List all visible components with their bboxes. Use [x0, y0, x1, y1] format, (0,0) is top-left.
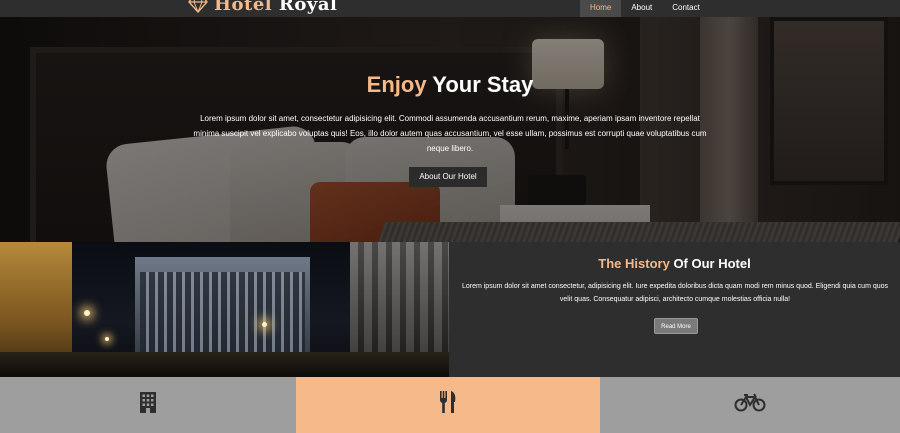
navbar: Hotel Royal Home About Contact: [0, 0, 900, 17]
history-section: The History Of Our Hotel Lorem ipsum dol…: [449, 242, 900, 377]
history-title-accent: History: [625, 256, 670, 271]
history-image: [0, 242, 449, 377]
hero-content: Enjoy Your Stay Lorem ipsum dolor sit am…: [0, 17, 900, 242]
hero-title: Enjoy Your Stay: [0, 71, 900, 99]
hero-title-rest: Your Stay: [432, 72, 534, 97]
logo-word-hotel: Hotel: [214, 0, 273, 15]
feature-tile-activities[interactable]: [600, 377, 900, 433]
diamond-icon: [188, 0, 208, 13]
feature-tile-dining[interactable]: [296, 377, 600, 433]
feature-tile-rooms[interactable]: [0, 377, 296, 433]
nav-about[interactable]: About: [621, 0, 662, 17]
bicycle-icon: [734, 393, 766, 412]
hero-section: Enjoy Your Stay Lorem ipsum dolor sit am…: [0, 17, 900, 242]
logo-text: Hotel Royal: [214, 0, 337, 16]
logo-word-royal: Royal: [278, 0, 338, 15]
history-text: Lorem ipsum dolor sit amet consectetur, …: [461, 283, 889, 303]
nav-home[interactable]: Home: [580, 0, 622, 17]
main-nav: Home About Contact: [580, 0, 710, 17]
hero-title-accent: Enjoy: [366, 72, 427, 97]
history-title: The History Of Our Hotel: [449, 255, 900, 273]
utensils-icon: [439, 391, 457, 414]
history-title-rest: Of Our Hotel: [673, 256, 751, 271]
about-hotel-button[interactable]: About Our Hotel: [409, 167, 487, 187]
building-icon: [139, 392, 157, 413]
nav-contact[interactable]: Contact: [662, 0, 710, 17]
logo[interactable]: Hotel Royal: [188, 0, 337, 16]
read-more-button[interactable]: Read More: [654, 318, 698, 334]
hero-text: Lorem ipsum dolor sit amet, consectetur …: [193, 114, 707, 153]
history-title-pre: The: [598, 256, 622, 271]
